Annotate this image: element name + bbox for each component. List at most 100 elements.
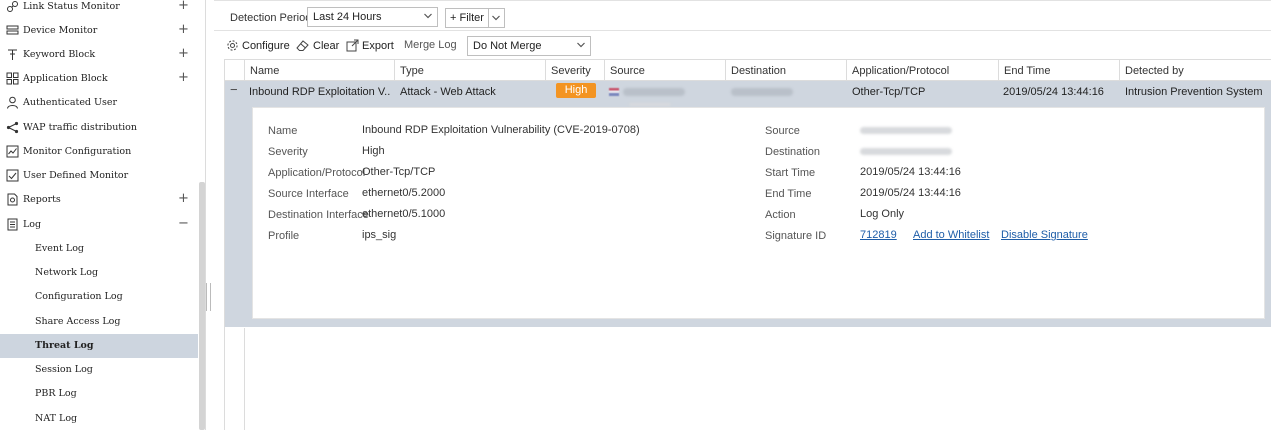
collapse-icon[interactable]: − bbox=[178, 216, 189, 231]
detection-period-value: Last 24 Hours bbox=[313, 11, 382, 23]
filter-dropdown[interactable] bbox=[489, 9, 504, 27]
detail-label-name: Name bbox=[268, 125, 298, 137]
sidebar-resize-handle[interactable] bbox=[206, 283, 211, 311]
sidebar-item-log[interactable]: Log − bbox=[0, 213, 198, 237]
column-header-type[interactable]: Type bbox=[394, 60, 545, 81]
detail-label-end-time: End Time bbox=[765, 188, 812, 200]
redacted-destination-ip bbox=[731, 88, 793, 96]
detection-period-label: Detection Period bbox=[230, 12, 312, 24]
sidebar-item-wap-traffic[interactable]: WAP traffic distribution bbox=[0, 116, 198, 140]
merge-log-select[interactable]: Do Not Merge bbox=[467, 36, 591, 56]
detail-value-application: Other-Tcp/TCP bbox=[362, 166, 436, 178]
export-button[interactable]: Export bbox=[346, 39, 394, 52]
sidebar-item-label: User Defined Monitor bbox=[23, 170, 129, 181]
sidebar-item-monitor-configuration[interactable]: Monitor Configuration bbox=[0, 140, 198, 164]
threat-log-table: Name Type Severity Source Destination Ap… bbox=[224, 59, 1271, 430]
severity-badge: High bbox=[556, 83, 596, 98]
sidebar-item-threat-log[interactable]: Threat Log bbox=[0, 334, 198, 358]
sidebar-item-application-block[interactable]: Application Block + bbox=[0, 67, 198, 91]
detail-value-end-time: 2019/05/24 13:44:16 bbox=[860, 187, 961, 199]
export-label: Export bbox=[362, 39, 394, 52]
application-block-icon bbox=[6, 72, 19, 85]
sidebar-item-keyword-block[interactable]: Keyword Block + bbox=[0, 43, 198, 67]
sidebar-item-label: WAP traffic distribution bbox=[23, 122, 137, 133]
cell-end-time: 2019/05/24 13:44:16 bbox=[1003, 86, 1104, 98]
sidebar-item-label: Configuration Log bbox=[35, 291, 123, 302]
sidebar-item-label: Threat Log bbox=[35, 340, 94, 351]
sidebar-item-label: Keyword Block bbox=[23, 49, 96, 60]
sidebar-item-reports[interactable]: Reports + bbox=[0, 188, 198, 212]
column-header-source[interactable]: Source bbox=[604, 60, 725, 81]
country-flag-icon bbox=[609, 88, 619, 96]
expand-icon[interactable]: + bbox=[178, 191, 189, 206]
sidebar-item-configuration-log[interactable]: Configuration Log bbox=[0, 285, 198, 309]
gear-icon bbox=[227, 40, 238, 51]
sidebar-item-session-log[interactable]: Session Log bbox=[0, 358, 198, 382]
redacted-destination-address bbox=[860, 148, 952, 155]
add-to-whitelist-link[interactable]: Add to Whitelist bbox=[913, 229, 989, 241]
detail-label-action: Action bbox=[765, 209, 796, 221]
sidebar-item-link-status-monitor[interactable]: Link Status Monitor + bbox=[0, 0, 198, 19]
detail-label-source-interface: Source Interface bbox=[268, 188, 349, 200]
sidebar-item-label: Reports bbox=[23, 194, 61, 205]
keyword-block-icon bbox=[8, 49, 17, 60]
expand-icon[interactable]: + bbox=[178, 70, 189, 85]
user-icon bbox=[7, 96, 18, 109]
column-header-destination[interactable]: Destination bbox=[725, 60, 846, 81]
signature-id-link[interactable]: 712819 bbox=[860, 229, 897, 241]
filter-button[interactable]: + Filter bbox=[445, 8, 505, 28]
expand-icon[interactable]: + bbox=[178, 0, 189, 13]
collapse-row-icon[interactable]: − bbox=[230, 82, 238, 97]
sidebar-item-label: NAT Log bbox=[35, 413, 78, 424]
column-header-detected-by[interactable]: Detected by bbox=[1119, 60, 1271, 81]
column-header-name[interactable]: Name bbox=[244, 60, 394, 81]
expand-icon[interactable]: + bbox=[178, 22, 189, 37]
monitor-config-icon bbox=[6, 145, 19, 158]
sidebar-item-share-access-log[interactable]: Share Access Log bbox=[0, 310, 198, 334]
merge-log-value: Do Not Merge bbox=[473, 40, 542, 52]
sidebar-item-network-log[interactable]: Network Log bbox=[0, 261, 198, 285]
chevron-down-icon bbox=[577, 42, 585, 48]
detail-value-name: Inbound RDP Exploitation Vulnerability (… bbox=[362, 124, 640, 136]
detail-label-profile: Profile bbox=[268, 230, 300, 242]
detail-label-severity: Severity bbox=[268, 146, 308, 158]
row-detail-panel: Name Inbound RDP Exploitation Vulnerabil… bbox=[252, 107, 1265, 319]
detection-period-select[interactable]: Last 24 Hours bbox=[307, 7, 438, 27]
sidebar-item-device-monitor[interactable]: Device Monitor + bbox=[0, 19, 198, 43]
sidebar-item-authenticated-user[interactable]: Authenticated User bbox=[0, 91, 198, 115]
chevron-down-icon bbox=[424, 13, 432, 19]
sidebar-item-label: Session Log bbox=[35, 364, 93, 375]
sidebar-item-label: Monitor Configuration bbox=[23, 146, 132, 157]
column-header-application[interactable]: Application/Protocol bbox=[846, 60, 998, 81]
sidebar-item-label: Authenticated User bbox=[23, 97, 118, 108]
eraser-icon bbox=[296, 40, 309, 51]
sidebar-item-pbr-log[interactable]: PBR Log bbox=[0, 382, 198, 406]
device-monitor-icon bbox=[6, 25, 19, 35]
detail-label-application: Application/Protocol bbox=[268, 167, 366, 179]
sidebar-item-label: Share Access Log bbox=[35, 316, 121, 327]
clear-button[interactable]: Clear bbox=[296, 39, 339, 52]
filter-toolbar: Detection Period Last 24 Hours + Filter bbox=[214, 0, 1271, 31]
disable-signature-link[interactable]: Disable Signature bbox=[1001, 229, 1088, 241]
sidebar-item-label: Log bbox=[23, 219, 42, 230]
detail-label-start-time: Start Time bbox=[765, 167, 816, 179]
column-header-end-time[interactable]: End Time bbox=[998, 60, 1119, 81]
detail-label-destination-interface: Destination Interface bbox=[268, 209, 369, 221]
cell-application: Other-Tcp/TCP bbox=[852, 86, 926, 98]
sidebar-item-nat-log[interactable]: NAT Log bbox=[0, 407, 198, 430]
configure-button[interactable]: Configure bbox=[226, 39, 290, 52]
filter-label: + Filter bbox=[446, 9, 490, 27]
detail-label-signature-id: Signature ID bbox=[765, 230, 827, 242]
sidebar-item-user-defined-monitor[interactable]: User Defined Monitor bbox=[0, 164, 198, 188]
configure-label: Configure bbox=[242, 39, 290, 52]
column-header-severity[interactable]: Severity bbox=[545, 60, 604, 81]
expand-icon[interactable]: + bbox=[178, 46, 189, 61]
table-row[interactable]: − Inbound RDP Exploitation V... Attack -… bbox=[225, 81, 1271, 106]
cell-type: Attack - Web Attack bbox=[400, 86, 496, 98]
sidebar-item-event-log[interactable]: Event Log bbox=[0, 237, 198, 261]
sidebar-item-label: Application Block bbox=[23, 73, 108, 84]
chevron-down-icon bbox=[492, 15, 501, 21]
sidebar-scrollbar[interactable] bbox=[199, 182, 205, 430]
redacted-source-ip bbox=[623, 88, 685, 96]
sidebar-item-label: Link Status Monitor bbox=[23, 1, 120, 12]
